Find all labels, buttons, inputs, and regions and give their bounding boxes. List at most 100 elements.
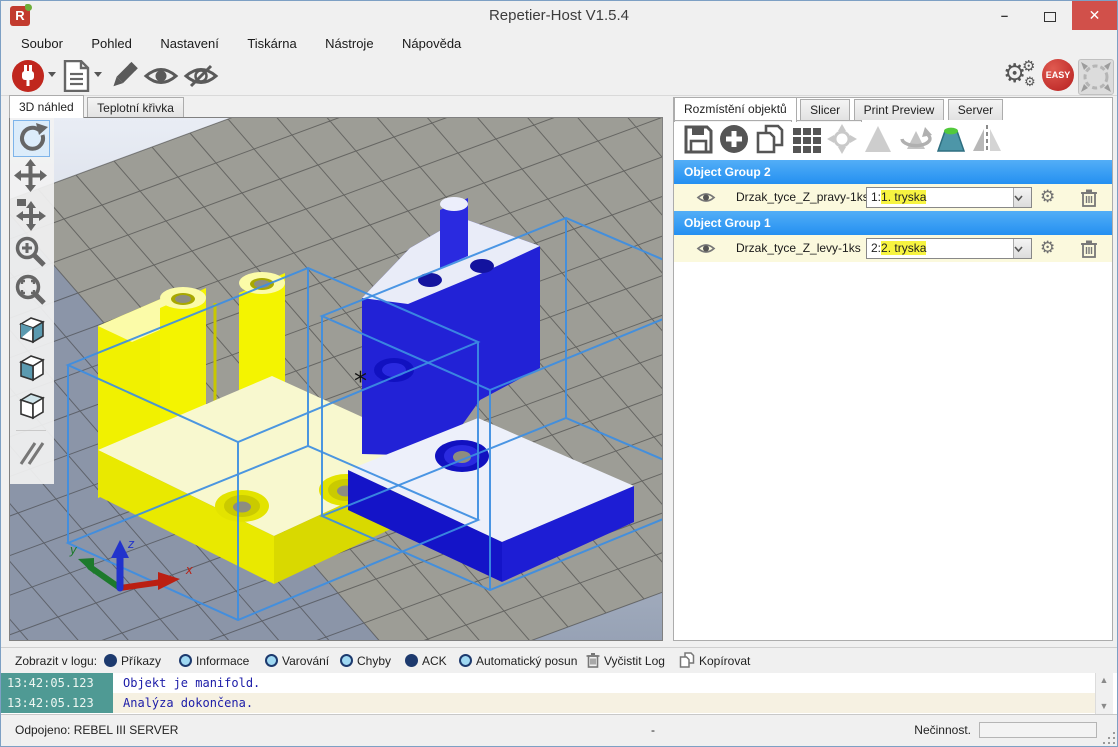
toggle-chyby[interactable]: Chyby	[340, 648, 391, 674]
connect-button[interactable]	[11, 59, 45, 93]
object-row[interactable]: Drzak_tyce_Z_levy-1ks 2:2. tryska ⚙	[674, 235, 1112, 262]
object-group-header[interactable]: Object Group 2	[674, 160, 1112, 184]
show-filament-icon[interactable]	[143, 61, 177, 95]
extruder-value: 2. tryska	[881, 241, 926, 255]
top-view-button[interactable]	[13, 388, 50, 425]
zoom-in-button[interactable]	[13, 234, 50, 271]
mirror-object-button[interactable]	[970, 123, 1002, 155]
menu-pohled[interactable]: Pohled	[79, 31, 143, 57]
parallel-projection-button[interactable]	[13, 436, 50, 473]
extruder-select[interactable]: 1:1. tryska	[866, 187, 1032, 208]
object-row[interactable]: Drzak_tyce_Z_pravy-1ks 1:1. tryska ⚙	[674, 184, 1112, 211]
printer-state: Nečinnost.	[846, 715, 971, 745]
right-panel: Rozmístění objektů Slicer Print Preview …	[673, 97, 1113, 641]
app-window: R Repetier-Host V1.5.4 – ✕ Soubor Pohled…	[0, 0, 1118, 747]
extruder-select[interactable]: 2:2. tryska	[866, 238, 1032, 259]
toggle-prikazy[interactable]: Příkazy	[104, 648, 161, 674]
clear-log-button[interactable]: Vyčistit Log	[586, 648, 665, 674]
object-settings-gear-icon[interactable]: ⚙	[1040, 187, 1060, 207]
log-entry: 13:42:05.123 Analýza dokončena.	[1, 693, 1095, 713]
save-object-button[interactable]	[682, 123, 714, 155]
toggle-automaticky-posun[interactable]: Automatický posun	[459, 648, 577, 674]
svg-text:z: z	[127, 536, 135, 551]
maximize-button[interactable]	[1027, 1, 1072, 30]
log-filter-label: Zobrazit v logu:	[15, 648, 97, 674]
chevron-down-icon[interactable]	[1013, 188, 1031, 207]
toggle-circle-icon	[459, 654, 472, 667]
object-settings-gear-icon[interactable]: ⚙	[1040, 238, 1060, 258]
close-button[interactable]: ✕	[1072, 1, 1117, 30]
rotate-view-button[interactable]	[13, 120, 50, 157]
edit-gcode-icon[interactable]	[107, 60, 141, 94]
extruder-value: 1. tryska	[881, 190, 926, 204]
object-group-header[interactable]: Object Group 1	[674, 211, 1112, 235]
printer-settings-icon[interactable]: ⚙⚙⚙	[1003, 59, 1026, 89]
scale-object-button[interactable]	[862, 123, 894, 155]
delete-object-trash-icon[interactable]	[1080, 239, 1100, 259]
autoposition-button[interactable]	[790, 123, 822, 155]
menu-napoveda[interactable]: Nápověda	[390, 31, 473, 57]
tab-teplotni-krivka[interactable]: Teplotní křivka	[87, 97, 184, 118]
load-dropdown-icon[interactable]	[94, 72, 102, 77]
tab-print-preview[interactable]: Print Preview	[854, 99, 945, 120]
toggle-circle-icon	[179, 654, 192, 667]
easy-mode-button[interactable]: EASY	[1042, 59, 1074, 91]
progress-bar	[979, 722, 1097, 738]
tab-rozmisteni-objektu[interactable]: Rozmístění objektů	[674, 97, 797, 120]
load-file-button[interactable]	[61, 60, 95, 94]
menu-bar: Soubor Pohled Nastavení Tiskárna Nástroj…	[1, 31, 1117, 57]
log-scrollbar[interactable]: ▲ ▼	[1095, 673, 1113, 714]
menu-nastaveni[interactable]: Nastavení	[148, 31, 231, 57]
view-tool-strip	[10, 118, 54, 484]
log-entry: 13:42:05.123 Objekt je manifold.	[1, 673, 1095, 693]
scene-3d: * z y x	[10, 118, 662, 640]
rotate-object-button[interactable]	[898, 123, 930, 155]
lay-flat-button[interactable]	[934, 123, 966, 155]
origin-marker: *	[354, 367, 367, 397]
visibility-eye-icon[interactable]	[696, 188, 716, 208]
log-output[interactable]: 13:42:05.123 Objekt je manifold. 13:42:0…	[1, 673, 1118, 714]
log-message: Analýza dokončena.	[123, 693, 253, 713]
extruder-prefix: 1:	[871, 190, 881, 204]
minimize-button[interactable]: –	[982, 1, 1027, 30]
delete-object-trash-icon[interactable]	[1080, 188, 1100, 208]
copy-object-button[interactable]	[754, 123, 786, 155]
object-name: Drzak_tyce_Z_pravy-1ks	[736, 184, 869, 211]
connect-dropdown-icon[interactable]	[48, 72, 56, 77]
tab-3d-nahled[interactable]: 3D náhled	[9, 95, 84, 118]
fit-view-button[interactable]	[13, 272, 50, 309]
title-bar: R Repetier-Host V1.5.4 – ✕	[1, 1, 1117, 31]
window-title: Repetier-Host V1.5.4	[1, 1, 1117, 31]
center-object-button[interactable]	[826, 123, 858, 155]
menu-nastroje[interactable]: Nástroje	[313, 31, 385, 57]
viewport-3d[interactable]: * z y x	[9, 117, 663, 641]
menu-tiskarna[interactable]: Tiskárna	[235, 31, 308, 57]
toggle-informace[interactable]: Informace	[179, 648, 249, 674]
connection-status: Odpojeno: REBEL III SERVER	[15, 715, 178, 745]
object-toolbar	[674, 122, 1112, 158]
right-tab-strip: Rozmístění objektů Slicer Print Preview …	[674, 97, 1112, 119]
tab-server[interactable]: Server	[948, 99, 1003, 120]
front-view-button[interactable]	[13, 350, 50, 387]
main-toolbar: ⚙⚙⚙ EASY	[1, 57, 1117, 96]
emergency-stop-button[interactable]	[1078, 59, 1114, 95]
add-object-button[interactable]	[718, 123, 750, 155]
resize-grip[interactable]	[1101, 730, 1115, 744]
visibility-eye-icon[interactable]	[696, 239, 716, 259]
copy-log-button[interactable]: Kopírovat	[679, 648, 750, 674]
scroll-up-icon[interactable]: ▲	[1098, 674, 1110, 686]
log-message: Objekt je manifold.	[123, 673, 260, 693]
toggle-circle-icon	[405, 654, 418, 667]
tab-slicer[interactable]: Slicer	[800, 99, 850, 120]
toggle-circle-icon	[265, 654, 278, 667]
move-object-button[interactable]	[13, 196, 50, 233]
chevron-down-icon[interactable]	[1013, 239, 1031, 258]
scroll-down-icon[interactable]: ▼	[1098, 700, 1110, 712]
toggle-varovani[interactable]: Varování	[265, 648, 329, 674]
isometric-view-button[interactable]	[13, 312, 50, 349]
log-timestamp: 13:42:05.123	[1, 673, 113, 693]
hide-travel-icon[interactable]	[183, 61, 217, 95]
menu-soubor[interactable]: Soubor	[9, 31, 75, 57]
move-view-button[interactable]	[13, 158, 50, 195]
toggle-ack[interactable]: ACK	[405, 648, 447, 674]
